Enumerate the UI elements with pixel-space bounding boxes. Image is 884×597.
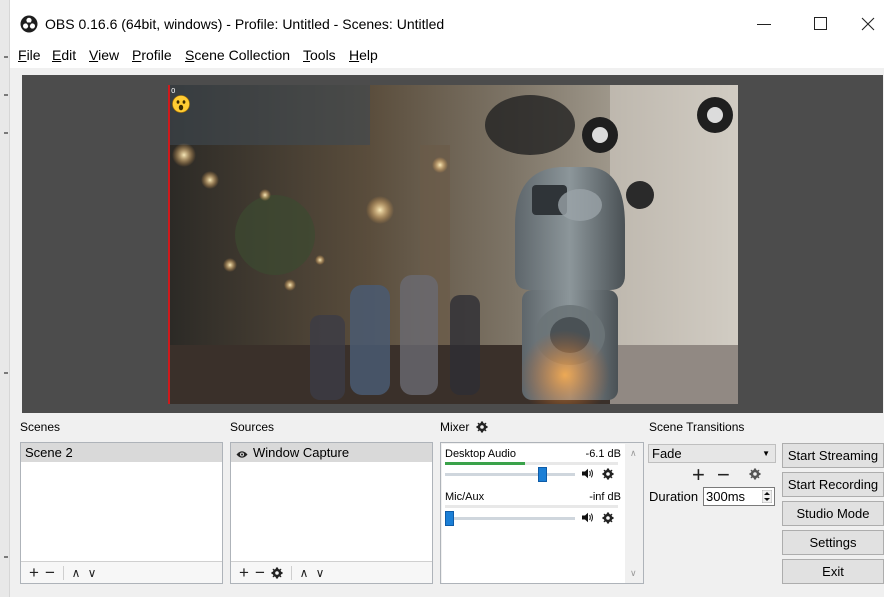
- gear-icon[interactable]: [749, 468, 761, 480]
- gear-icon[interactable]: [602, 468, 614, 480]
- speaker-icon[interactable]: [581, 512, 594, 523]
- add-transition-icon[interactable]: +: [692, 464, 705, 486]
- scene-item-label: Scene 2: [25, 445, 73, 460]
- edge-nub: [4, 56, 8, 58]
- menu-view[interactable]: View: [89, 47, 119, 63]
- minimize-icon[interactable]: [752, 12, 776, 36]
- channel-db-desktop-audio: -6.1 dB: [585, 448, 621, 460]
- remove-icon[interactable]: −: [43, 563, 57, 583]
- surprised-face-emoji-icon: [172, 95, 190, 113]
- mixer-scrollbar[interactable]: ∧ ∨: [626, 444, 643, 583]
- audio-mixer: Desktop Audio -6.1 dB Mic/Aux -inf dB ∧ …: [440, 442, 644, 584]
- edge-nub: [4, 132, 8, 134]
- menu-edit[interactable]: Edit: [52, 47, 76, 63]
- transition-select[interactable]: Fade ▼: [648, 444, 776, 463]
- toolbar-separator: [291, 566, 292, 580]
- sources-toolbar: + − ∧ ∨: [231, 561, 432, 583]
- window-title: OBS 0.16.6 (64bit, windows) - Profile: U…: [45, 16, 445, 32]
- menu-scene-collection[interactable]: Scene Collection: [185, 47, 290, 63]
- duration-input[interactable]: 300ms: [703, 487, 775, 506]
- volume-meter-desktop-audio: [445, 462, 618, 465]
- mixer-title: Mixer: [440, 420, 470, 434]
- scenes-title: Scenes: [20, 420, 61, 434]
- edge-nub: [4, 94, 8, 96]
- edge-nub: [4, 556, 8, 558]
- remove-transition-icon[interactable]: −: [717, 464, 730, 486]
- volume-slider-handle[interactable]: [538, 467, 547, 482]
- move-up-icon[interactable]: ∧: [297, 563, 311, 583]
- volume-meter-fill: [445, 462, 525, 465]
- dropdown-caret-icon: ▼: [762, 449, 770, 458]
- window-edge: [0, 0, 10, 597]
- volume-slider-desktop-audio[interactable]: [445, 467, 575, 482]
- scene-item-scene-2[interactable]: Scene 2: [21, 443, 222, 462]
- title-bar[interactable]: OBS 0.16.6 (64bit, windows) - Profile: U…: [10, 0, 884, 44]
- obs-main-window: OBS 0.16.6 (64bit, windows) - Profile: U…: [10, 0, 884, 597]
- add-icon[interactable]: +: [27, 563, 41, 583]
- mixer-title-wrap: Mixer: [440, 420, 488, 434]
- scroll-up-icon[interactable]: ∧: [630, 448, 637, 459]
- edge-nub: [4, 372, 8, 374]
- duration-value: 300ms: [706, 489, 746, 504]
- scroll-down-icon[interactable]: ∨: [630, 568, 637, 579]
- sources-title: Sources: [230, 420, 275, 434]
- studio-mode-button[interactable]: Studio Mode: [782, 501, 884, 526]
- speaker-icon[interactable]: [581, 468, 594, 479]
- menu-tools[interactable]: Tools: [303, 47, 336, 63]
- remove-icon[interactable]: −: [253, 563, 267, 583]
- spin-stepper-icon[interactable]: [762, 490, 772, 503]
- source-item-label: Window Capture: [253, 445, 350, 460]
- preview-canvas[interactable]: 0: [22, 75, 883, 413]
- channel-name-mic-aux: Mic/Aux: [445, 491, 485, 503]
- obs-logo-icon: [20, 15, 38, 33]
- move-up-icon[interactable]: ∧: [69, 563, 83, 583]
- transitions-title: Scene Transitions: [649, 420, 745, 434]
- menu-profile[interactable]: Profile: [132, 47, 172, 63]
- start-streaming-button[interactable]: Start Streaming: [782, 443, 884, 468]
- source-label: 0: [171, 87, 176, 95]
- channel-db-mic-aux: -inf dB: [589, 491, 621, 503]
- street-parking-meter-photo[interactable]: [168, 85, 738, 404]
- scenes-list[interactable]: Scene 2 + − ∧ ∨: [20, 442, 223, 584]
- volume-meter-mic-aux: [445, 505, 618, 508]
- gear-icon[interactable]: [602, 512, 614, 524]
- eye-icon[interactable]: [236, 450, 248, 459]
- transition-select-value: Fade: [652, 446, 682, 461]
- gear-icon[interactable]: [476, 421, 488, 433]
- start-recording-button[interactable]: Start Recording: [782, 472, 884, 497]
- move-down-icon[interactable]: ∨: [85, 563, 99, 583]
- settings-button[interactable]: Settings: [782, 530, 884, 555]
- add-icon[interactable]: +: [237, 563, 251, 583]
- mixer-channels: Desktop Audio -6.1 dB Mic/Aux -inf dB: [442, 444, 625, 583]
- exit-button[interactable]: Exit: [782, 559, 884, 584]
- scenes-toolbar: + − ∧ ∨: [21, 561, 222, 583]
- volume-slider-handle[interactable]: [445, 511, 454, 526]
- menu-bar: File Edit View Profile Scene Collection …: [10, 44, 884, 68]
- move-down-icon[interactable]: ∨: [313, 563, 327, 583]
- close-icon[interactable]: [856, 12, 880, 36]
- source-item-window-capture[interactable]: Window Capture: [231, 443, 432, 462]
- sources-list[interactable]: Window Capture + − ∧ ∨: [230, 442, 433, 584]
- volume-slider-mic-aux[interactable]: [445, 511, 575, 526]
- menu-help[interactable]: Help: [349, 47, 378, 63]
- channel-name-desktop-audio: Desktop Audio: [445, 448, 516, 460]
- gear-icon[interactable]: [271, 567, 283, 579]
- menu-file[interactable]: File: [18, 47, 41, 63]
- maximize-icon[interactable]: [808, 12, 832, 36]
- toolbar-separator: [63, 566, 64, 580]
- duration-label: Duration: [649, 489, 699, 504]
